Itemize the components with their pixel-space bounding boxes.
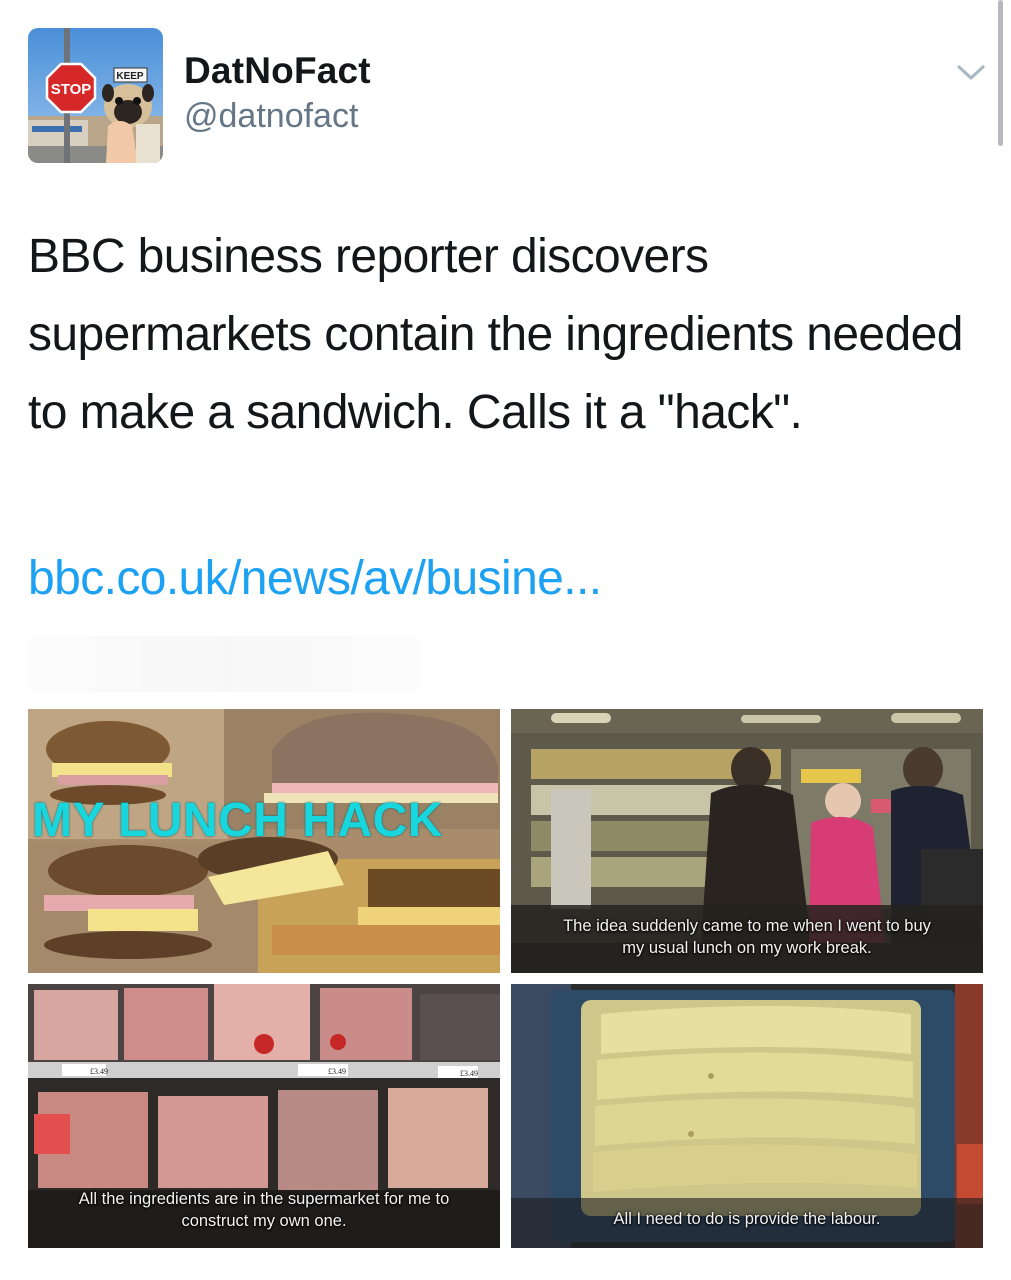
media-image-lunch-hack[interactable]: MY LUNCH HACK bbox=[28, 709, 500, 973]
lunch-hack-title: MY LUNCH HACK bbox=[32, 794, 443, 847]
media-image-supermarket-aisle[interactable]: The idea suddenly came to me when I went… bbox=[511, 709, 983, 973]
media-caption: The idea suddenly came to me when I went… bbox=[563, 917, 931, 957]
tweet-text: BBC business reporter discovers supermar… bbox=[28, 230, 963, 439]
stop-sign-text: STOP bbox=[51, 81, 92, 98]
price-tag: £3.49 bbox=[460, 1069, 478, 1078]
price-tag: £3.49 bbox=[328, 1067, 346, 1076]
tweet-link[interactable]: bbc.co.uk/news/av/busine... bbox=[28, 548, 602, 610]
media-caption: All the ingredients are in the supermark… bbox=[78, 1190, 450, 1230]
keep-sign-text: KEEP bbox=[116, 71, 144, 82]
media-caption: All I need to do is provide the labour. bbox=[613, 1210, 881, 1228]
user-handle[interactable]: @datnofact bbox=[184, 97, 358, 136]
media-image-cheese-pack[interactable]: All I need to do is provide the labour. bbox=[511, 984, 983, 1248]
link-card-placeholder bbox=[28, 636, 420, 692]
avatar[interactable]: KEEP STOP bbox=[28, 28, 163, 163]
price-tag: £3.49 bbox=[90, 1067, 108, 1076]
display-name[interactable]: DatNoFact bbox=[184, 50, 371, 92]
media-image-ham-shelves[interactable]: £3.49 £3.49 £3.49 All the ingredients ar… bbox=[28, 984, 500, 1248]
chevron-down-icon[interactable] bbox=[954, 60, 988, 86]
scrollbar[interactable] bbox=[998, 0, 1003, 146]
